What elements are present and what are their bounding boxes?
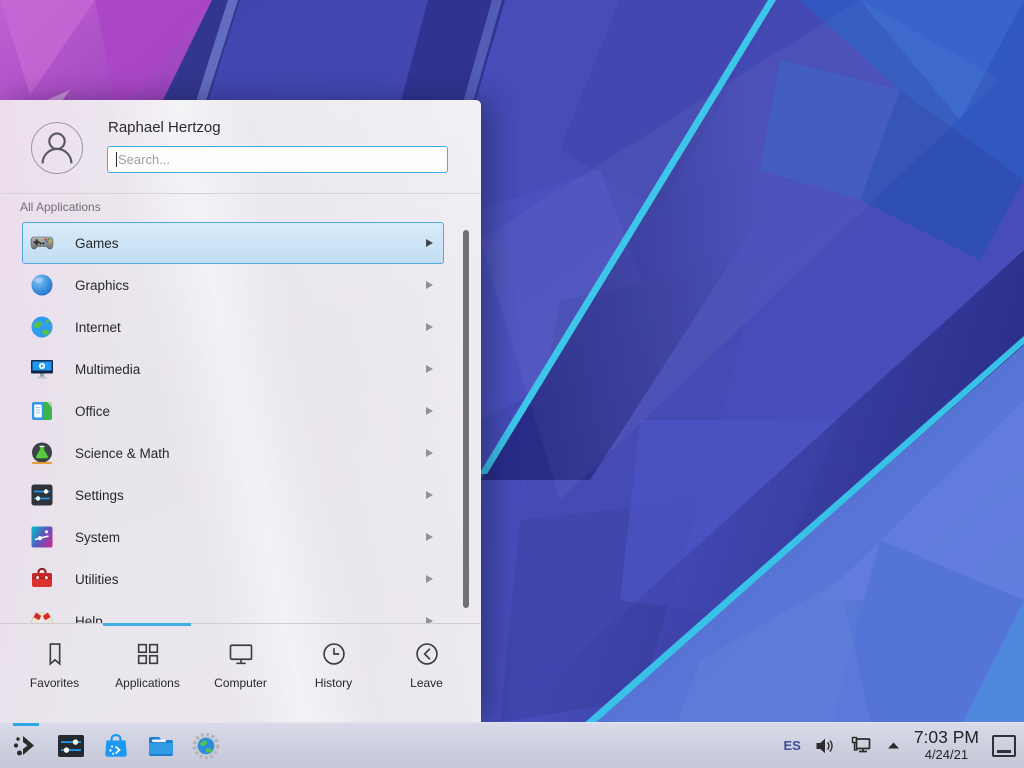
category-internet[interactable]: Internet <box>22 306 444 348</box>
computer-icon <box>227 640 255 668</box>
utilities-icon <box>29 566 55 592</box>
category-label: Multimedia <box>75 362 140 377</box>
chevron-right-icon <box>426 575 433 583</box>
chevron-right-icon <box>426 239 433 247</box>
chevron-right-icon <box>426 281 433 289</box>
tabbar-divider <box>0 623 481 624</box>
header-divider <box>0 193 481 194</box>
user-avatar[interactable] <box>31 122 83 174</box>
category-label: Science & Math <box>75 446 170 461</box>
active-tab-indicator <box>103 623 191 626</box>
category-label: Internet <box>75 320 121 335</box>
category-label: Games <box>75 236 119 251</box>
chevron-right-icon <box>426 407 433 415</box>
category-office[interactable]: Office <box>22 390 444 432</box>
history-icon <box>320 640 348 668</box>
tab-label: Leave <box>410 676 443 690</box>
user-name: Raphael Hertzog <box>108 119 221 136</box>
chevron-right-icon <box>426 449 433 457</box>
launcher-button[interactable] <box>8 723 44 768</box>
taskbar-app-icons <box>8 723 224 768</box>
tab-applications[interactable]: Applications <box>101 640 194 690</box>
category-label: Office <box>75 404 110 419</box>
section-label: All Applications <box>20 200 101 214</box>
category-games[interactable]: Games <box>22 222 444 264</box>
taskbar: ES 7:03 PM <box>0 722 1024 768</box>
active-task-indicator <box>13 723 39 726</box>
category-science-math[interactable]: Science & Math <box>22 432 444 474</box>
search-placeholder: Search... <box>118 152 170 167</box>
tab-label: Computer <box>214 676 267 690</box>
category-multimedia[interactable]: Multimedia <box>22 348 444 390</box>
category-utilities[interactable]: Utilities <box>22 558 444 600</box>
category-list: Games Graphics Internet <box>0 218 481 623</box>
category-settings[interactable]: Settings <box>22 474 444 516</box>
discover-icon <box>101 731 131 761</box>
keyboard-layout-indicator[interactable]: ES <box>783 738 800 753</box>
scrollbar-thumb[interactable] <box>463 230 469 608</box>
network-icon[interactable] <box>849 734 873 758</box>
category-label: Settings <box>75 488 124 503</box>
multimedia-icon <box>29 356 55 382</box>
chevron-right-icon <box>426 533 433 541</box>
tab-label: Favorites <box>30 676 79 690</box>
system-icon <box>29 524 55 550</box>
category-system[interactable]: System <box>22 516 444 558</box>
settings-icon <box>29 482 55 508</box>
category-help[interactable]: Help <box>22 600 444 623</box>
user-icon <box>32 123 82 173</box>
tab-bar: Favorites Applications Computer <box>8 640 473 690</box>
discover-button[interactable] <box>98 723 134 768</box>
file-manager-button[interactable] <box>143 723 179 768</box>
category-label: Graphics <box>75 278 129 293</box>
tab-favorites[interactable]: Favorites <box>8 640 101 690</box>
launcher-header: Raphael Hertzog Search... <box>0 100 481 194</box>
clock-date: 4/24/21 <box>914 748 979 763</box>
system-settings-button[interactable] <box>53 723 89 768</box>
chevron-right-icon <box>426 365 433 373</box>
expand-tray-icon[interactable] <box>886 738 901 753</box>
category-label: Utilities <box>75 572 119 587</box>
office-icon <box>29 398 55 424</box>
kickoff-launcher-icon <box>11 731 41 761</box>
clock-time: 7:03 PM <box>914 728 979 748</box>
applications-icon <box>134 640 162 668</box>
help-icon <box>29 608 55 623</box>
leave-icon <box>413 640 441 668</box>
volume-icon[interactable] <box>814 735 836 757</box>
clock[interactable]: 7:03 PM 4/24/21 <box>914 728 979 762</box>
file-manager-icon <box>146 731 176 761</box>
category-graphics[interactable]: Graphics <box>22 264 444 306</box>
system-tray: ES 7:03 PM <box>783 723 1024 768</box>
desktop: Raphael Hertzog Search... All Applicatio… <box>0 0 1024 768</box>
text-cursor <box>116 152 117 167</box>
category-label: System <box>75 530 120 545</box>
tab-history[interactable]: History <box>287 640 380 690</box>
search-input[interactable]: Search... <box>107 146 448 173</box>
show-desktop-button[interactable] <box>992 735 1016 757</box>
tab-label: Applications <box>115 676 180 690</box>
system-settings-icon <box>56 731 86 761</box>
chevron-right-icon <box>426 323 433 331</box>
category-label: Help <box>75 614 103 624</box>
web-browser-button[interactable] <box>188 723 224 768</box>
games-icon <box>29 230 55 256</box>
science-math-icon <box>29 440 55 466</box>
favorites-icon <box>41 640 69 668</box>
web-browser-icon <box>191 731 221 761</box>
chevron-right-icon <box>426 491 433 499</box>
graphics-icon <box>29 272 55 298</box>
internet-icon <box>29 314 55 340</box>
tab-label: History <box>315 676 352 690</box>
tab-computer[interactable]: Computer <box>194 640 287 690</box>
application-launcher-menu: Raphael Hertzog Search... All Applicatio… <box>0 100 481 722</box>
tab-leave[interactable]: Leave <box>380 640 473 690</box>
